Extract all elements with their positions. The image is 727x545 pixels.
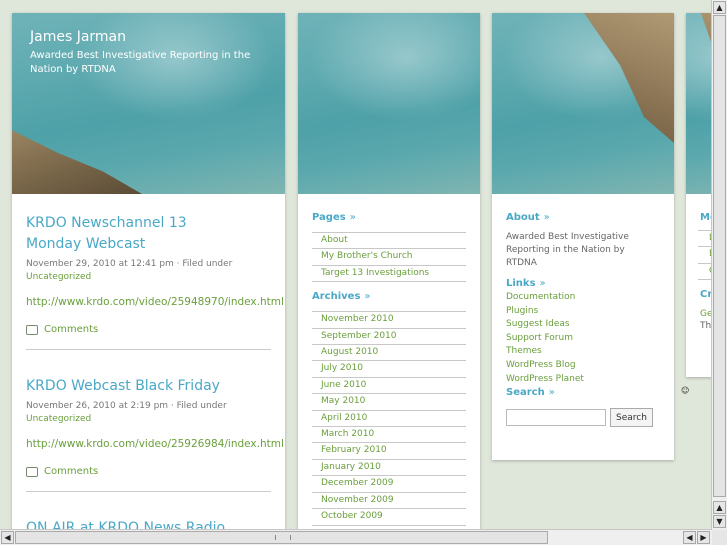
comments-link[interactable]: Comments bbox=[26, 466, 271, 477]
site-description: Awarded Best Investigative Reporting in … bbox=[30, 50, 251, 75]
chevron-right-icon: » bbox=[548, 387, 555, 399]
column-banner bbox=[298, 13, 480, 194]
archive-item[interactable]: February 2010 bbox=[312, 442, 466, 458]
archive-item[interactable]: July 2010 bbox=[312, 360, 466, 376]
post-meta: November 26, 2010 at 2:19 pm · Filed und… bbox=[26, 400, 271, 426]
comment-icon bbox=[26, 324, 38, 335]
banner-rock-right bbox=[584, 13, 674, 143]
links-title-label: Links bbox=[506, 278, 536, 289]
links-item[interactable]: Support Forum bbox=[506, 332, 660, 346]
archive-item[interactable]: November 2010 bbox=[312, 311, 466, 327]
search-button[interactable]: Search bbox=[610, 408, 653, 428]
links-list: Documentation Plugins Suggest Ideas Supp… bbox=[506, 291, 660, 386]
about-widget-title[interactable]: About» bbox=[506, 212, 660, 223]
archive-item[interactable]: December 2009 bbox=[312, 475, 466, 491]
archive-item[interactable]: August 2010 bbox=[312, 344, 466, 360]
chevron-right-icon: » bbox=[543, 212, 550, 223]
archive-item[interactable]: January 2010 bbox=[312, 458, 466, 475]
vertical-scroll-thumb[interactable] bbox=[713, 15, 726, 497]
archive-item[interactable]: March 2010 bbox=[312, 426, 466, 442]
archives-widget-title[interactable]: Archives» bbox=[312, 291, 466, 302]
post-category[interactable]: Uncategorized bbox=[26, 414, 91, 424]
links-item[interactable]: Themes bbox=[506, 345, 660, 359]
archive-item[interactable]: September 2010 bbox=[312, 327, 466, 344]
scroll-right-button[interactable]: ▶ bbox=[697, 531, 710, 544]
sidebar-column-2: About» Awarded Best Investigative Report… bbox=[492, 13, 674, 460]
chevron-right-icon: » bbox=[539, 278, 546, 289]
comments-link[interactable]: Comments bbox=[26, 324, 271, 335]
archive-item[interactable]: April 2010 bbox=[312, 409, 466, 426]
pages-item[interactable]: My Brother's Church bbox=[312, 248, 466, 264]
links-item[interactable]: WordPress Planet bbox=[506, 373, 660, 387]
pages-item[interactable]: About bbox=[312, 232, 466, 248]
comment-icon bbox=[26, 466, 38, 477]
chevron-right-icon: » bbox=[349, 212, 356, 223]
links-item[interactable]: Documentation bbox=[506, 291, 660, 305]
about-text: Awarded Best Investigative Reporting in … bbox=[506, 232, 629, 268]
banner-rock-left bbox=[12, 130, 142, 194]
search-widget-title: Search» bbox=[506, 387, 660, 398]
post-title[interactable]: KRDO Newschannel 13 Monday Webcast bbox=[26, 213, 206, 255]
comments-label: Comments bbox=[44, 324, 99, 335]
about-title-label: About bbox=[506, 212, 540, 223]
post-link[interactable]: http://www.krdo.com/video/25948970/index… bbox=[26, 296, 284, 308]
search-title-label: Search bbox=[506, 387, 545, 399]
pages-widget-title[interactable]: Pages» bbox=[312, 212, 466, 223]
scroll-left-button[interactable]: ◀ bbox=[1, 531, 14, 544]
scroll-right-small-button[interactable]: ◀ bbox=[683, 531, 696, 544]
post-date: November 26, 2010 at 2:19 pm · Filed und… bbox=[26, 401, 227, 411]
archive-item[interactable]: June 2010 bbox=[312, 376, 466, 393]
sidebar-column-1: Pages» About My Brother's Church Target … bbox=[298, 13, 480, 543]
post: KRDO Webcast Black Friday November 26, 2… bbox=[12, 350, 285, 492]
archive-item[interactable]: May 2010 bbox=[312, 393, 466, 409]
grip-icon bbox=[275, 535, 291, 540]
horizontal-scroll-thumb[interactable] bbox=[15, 531, 548, 544]
links-widget-title[interactable]: Links» bbox=[506, 278, 660, 289]
archive-item[interactable]: November 2009 bbox=[312, 491, 466, 508]
post-link[interactable]: http://www.krdo.com/video/25926984/index… bbox=[26, 438, 284, 450]
column-banner bbox=[492, 13, 674, 194]
main-column: James Jarman Awarded Best Investigative … bbox=[12, 13, 285, 543]
pages-list: About My Brother's Church Target 13 Inve… bbox=[312, 232, 466, 283]
scroll-up-button[interactable]: ▲ bbox=[713, 1, 726, 14]
horizontal-scrollbar[interactable]: ◀ ◀ ▶ bbox=[0, 529, 712, 545]
site-title[interactable]: James Jarman bbox=[30, 29, 126, 45]
archive-item[interactable]: October 2009 bbox=[312, 508, 466, 526]
search-form: Search bbox=[506, 408, 660, 428]
pages-title-label: Pages bbox=[312, 212, 346, 223]
vertical-scrollbar[interactable]: ▲ ▲ ▼ bbox=[711, 0, 727, 530]
scroll-up-small-button[interactable]: ▲ bbox=[713, 501, 726, 514]
post-meta: November 29, 2010 at 12:41 pm · Filed un… bbox=[26, 258, 271, 284]
links-item[interactable]: Plugins bbox=[506, 305, 660, 319]
search-input[interactable] bbox=[506, 409, 606, 427]
post-category[interactable]: Uncategorized bbox=[26, 272, 91, 282]
archives-title-label: Archives bbox=[312, 291, 361, 303]
scroll-down-button[interactable]: ▼ bbox=[713, 515, 726, 528]
scrollbar-corner bbox=[712, 530, 727, 545]
pages-item[interactable]: Target 13 Investigations bbox=[312, 264, 466, 283]
comments-label: Comments bbox=[44, 466, 99, 477]
chevron-right-icon: » bbox=[364, 291, 371, 303]
cursor-icon: ☺ bbox=[681, 386, 690, 395]
post-date: November 29, 2010 at 12:41 pm · Filed un… bbox=[26, 259, 233, 269]
links-item[interactable]: Suggest Ideas bbox=[506, 318, 660, 332]
post-title[interactable]: KRDO Webcast Black Friday bbox=[26, 376, 271, 397]
post: KRDO Newschannel 13 Monday Webcast Novem… bbox=[12, 194, 285, 350]
archives-list: November 2010 September 2010 August 2010… bbox=[312, 311, 466, 526]
header-banner: James Jarman Awarded Best Investigative … bbox=[12, 13, 285, 194]
links-item[interactable]: WordPress Blog bbox=[506, 359, 660, 373]
